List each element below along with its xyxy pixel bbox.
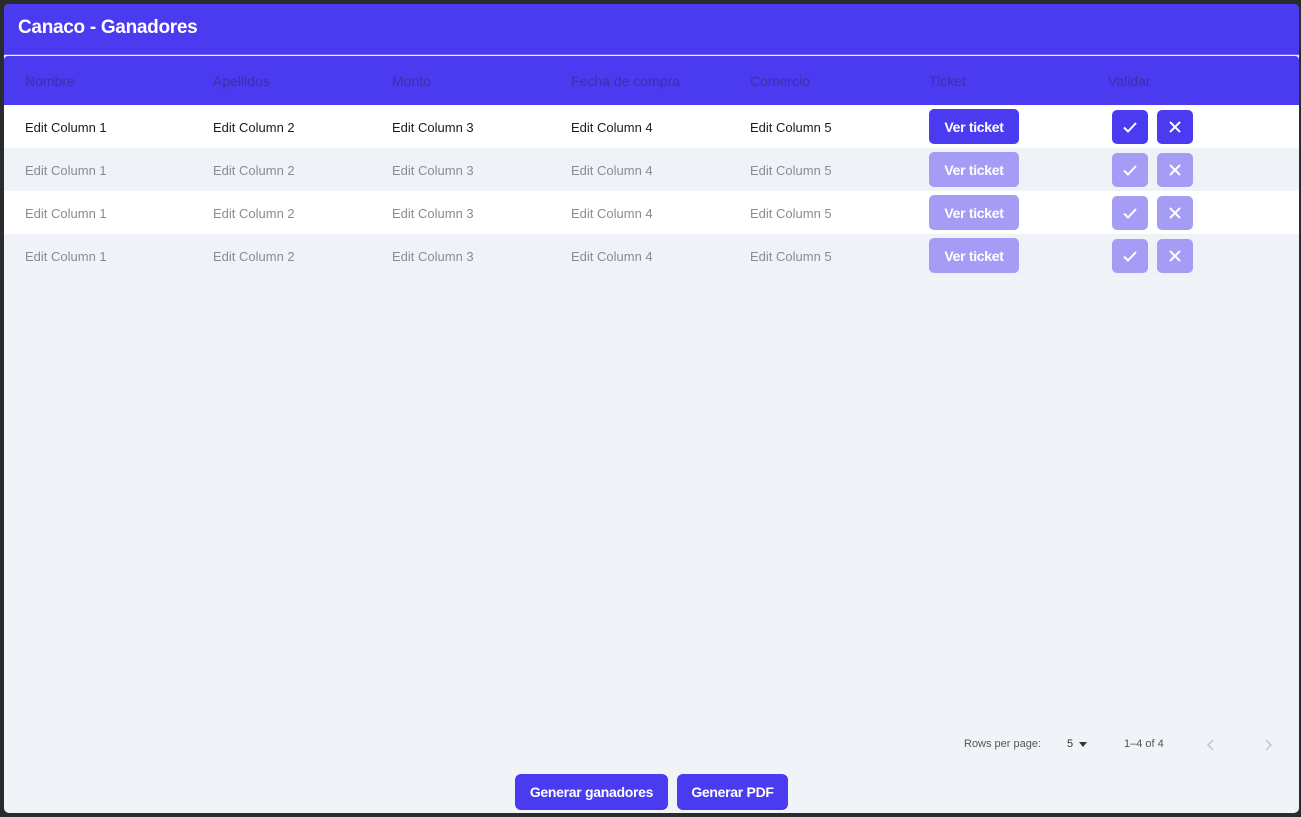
- generate-winners-button[interactable]: Generar ganadores: [515, 774, 668, 810]
- next-page-button[interactable]: [1256, 733, 1280, 757]
- cell-apellidos: Edit Column 2: [213, 120, 295, 135]
- check-icon: [1123, 251, 1137, 262]
- cell-monto: Edit Column 3: [392, 120, 474, 135]
- column-header-apellidos[interactable]: Apellidos: [213, 73, 270, 89]
- table-row: Edit Column 1 Edit Column 2 Edit Column …: [4, 105, 1299, 148]
- table-header: Nombre Apellidos Monto Fecha de compra C…: [4, 56, 1299, 105]
- cell-apellidos: Edit Column 2: [213, 206, 295, 221]
- column-header-nombre[interactable]: Nombre: [25, 73, 75, 89]
- close-icon: [1169, 207, 1181, 219]
- rows-per-page-value: 5: [1067, 738, 1074, 750]
- column-header-ticket[interactable]: Ticket: [929, 73, 966, 89]
- cell-monto: Edit Column 3: [392, 163, 474, 178]
- close-icon: [1169, 164, 1181, 176]
- cell-fecha: Edit Column 4: [571, 120, 653, 135]
- cell-fecha: Edit Column 4: [571, 163, 653, 178]
- generate-pdf-button[interactable]: Generar PDF: [677, 774, 788, 810]
- cell-comercio: Edit Column 5: [750, 206, 832, 221]
- column-header-monto[interactable]: Monto: [392, 73, 431, 89]
- cell-nombre: Edit Column 1: [25, 206, 107, 221]
- cell-monto: Edit Column 3: [392, 206, 474, 221]
- chevron-right-icon: [1265, 739, 1273, 751]
- approve-button[interactable]: [1112, 110, 1148, 144]
- cell-fecha: Edit Column 4: [571, 206, 653, 221]
- view-ticket-button[interactable]: Ver ticket: [929, 152, 1019, 187]
- pagination-range: 1–4 of 4: [1124, 738, 1164, 750]
- column-header-validar[interactable]: Validar: [1108, 73, 1151, 89]
- cell-nombre: Edit Column 1: [25, 249, 107, 264]
- reject-button[interactable]: [1157, 239, 1193, 273]
- column-header-comercio[interactable]: Comercio: [750, 73, 810, 89]
- rows-per-page-select[interactable]: 5: [1067, 738, 1088, 750]
- cell-fecha: Edit Column 4: [571, 249, 653, 264]
- caret-down-icon: [1079, 741, 1088, 747]
- table-row: Edit Column 1 Edit Column 2 Edit Column …: [4, 148, 1299, 191]
- close-icon: [1169, 121, 1181, 133]
- rows-per-page-label: Rows per page:: [964, 738, 1042, 750]
- page-title: Canaco - Ganadores: [18, 17, 198, 38]
- approve-button[interactable]: [1112, 153, 1148, 187]
- cell-nombre: Edit Column 1: [25, 120, 107, 135]
- reject-button[interactable]: [1157, 196, 1193, 230]
- title-bar: Canaco - Ganadores: [4, 4, 1299, 55]
- column-header-fecha[interactable]: Fecha de compra: [571, 73, 680, 89]
- cell-apellidos: Edit Column 2: [213, 249, 295, 264]
- previous-page-button[interactable]: [1199, 733, 1223, 757]
- close-icon: [1169, 250, 1181, 262]
- reject-button[interactable]: [1157, 110, 1193, 144]
- view-ticket-button[interactable]: Ver ticket: [929, 238, 1019, 273]
- approve-button[interactable]: [1112, 196, 1148, 230]
- app-window: Canaco - Ganadores Nombre Apellidos Mont…: [4, 4, 1299, 813]
- check-icon: [1123, 122, 1137, 133]
- cell-nombre: Edit Column 1: [25, 163, 107, 178]
- view-ticket-button[interactable]: Ver ticket: [929, 109, 1019, 144]
- check-icon: [1123, 165, 1137, 176]
- view-ticket-button[interactable]: Ver ticket: [929, 195, 1019, 230]
- cell-apellidos: Edit Column 2: [213, 163, 295, 178]
- reject-button[interactable]: [1157, 153, 1193, 187]
- table-row: Edit Column 1 Edit Column 2 Edit Column …: [4, 234, 1299, 277]
- cell-monto: Edit Column 3: [392, 249, 474, 264]
- cell-comercio: Edit Column 5: [750, 120, 832, 135]
- chevron-left-icon: [1206, 739, 1214, 751]
- cell-comercio: Edit Column 5: [750, 163, 832, 178]
- approve-button[interactable]: [1112, 239, 1148, 273]
- cell-comercio: Edit Column 5: [750, 249, 832, 264]
- check-icon: [1123, 208, 1137, 219]
- table-row: Edit Column 1 Edit Column 2 Edit Column …: [4, 191, 1299, 234]
